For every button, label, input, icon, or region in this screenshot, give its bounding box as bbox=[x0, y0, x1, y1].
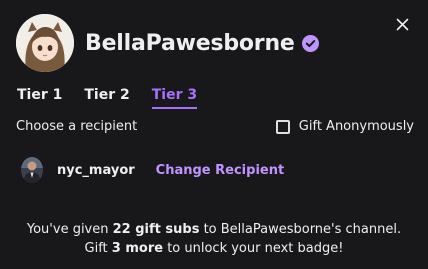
channel-avatar bbox=[16, 14, 74, 72]
channel-header: BellaPawesborne bbox=[16, 14, 319, 72]
verified-badge-icon bbox=[301, 34, 319, 52]
gift-anonymously-toggle[interactable]: Gift Anonymously bbox=[275, 119, 414, 134]
tab-tier-3[interactable]: Tier 3 bbox=[151, 87, 198, 109]
tier-tabs: Tier 1 Tier 2 Tier 3 bbox=[17, 87, 219, 109]
close-button[interactable] bbox=[390, 12, 414, 36]
gift-progress-message: You've given 22 gift subs to BellaPawesb… bbox=[0, 220, 428, 258]
tab-tier-2[interactable]: Tier 2 bbox=[84, 87, 129, 106]
change-recipient-button[interactable]: Change Recipient bbox=[156, 163, 285, 178]
channel-name: BellaPawesborne bbox=[85, 30, 295, 56]
recipient-avatar bbox=[21, 157, 43, 183]
gift-sub-modal: BellaPawesborne Tier 1 Tier 2 Tier 3 Cho… bbox=[0, 0, 428, 269]
close-icon bbox=[396, 18, 408, 30]
gift-progress-line-2: Gift 3 more to unlock your next badge! bbox=[84, 241, 344, 256]
gifts-remaining-count: 3 more bbox=[111, 241, 164, 256]
tab-tier-1[interactable]: Tier 1 bbox=[17, 87, 62, 106]
selected-recipient: nyc_mayor Change Recipient bbox=[21, 157, 284, 183]
gift-anonymously-label: Gift Anonymously bbox=[298, 119, 414, 134]
recipient-username: nyc_mayor bbox=[57, 162, 135, 178]
gift-progress-line-1: You've given 22 gift subs to BellaPawesb… bbox=[26, 222, 402, 237]
recipient-options-row: Choose a recipient Gift Anonymously bbox=[16, 119, 414, 134]
gift-count: 22 gift subs bbox=[112, 222, 200, 237]
choose-recipient-label: Choose a recipient bbox=[16, 119, 138, 134]
gift-anonymously-checkbox[interactable] bbox=[275, 119, 290, 134]
